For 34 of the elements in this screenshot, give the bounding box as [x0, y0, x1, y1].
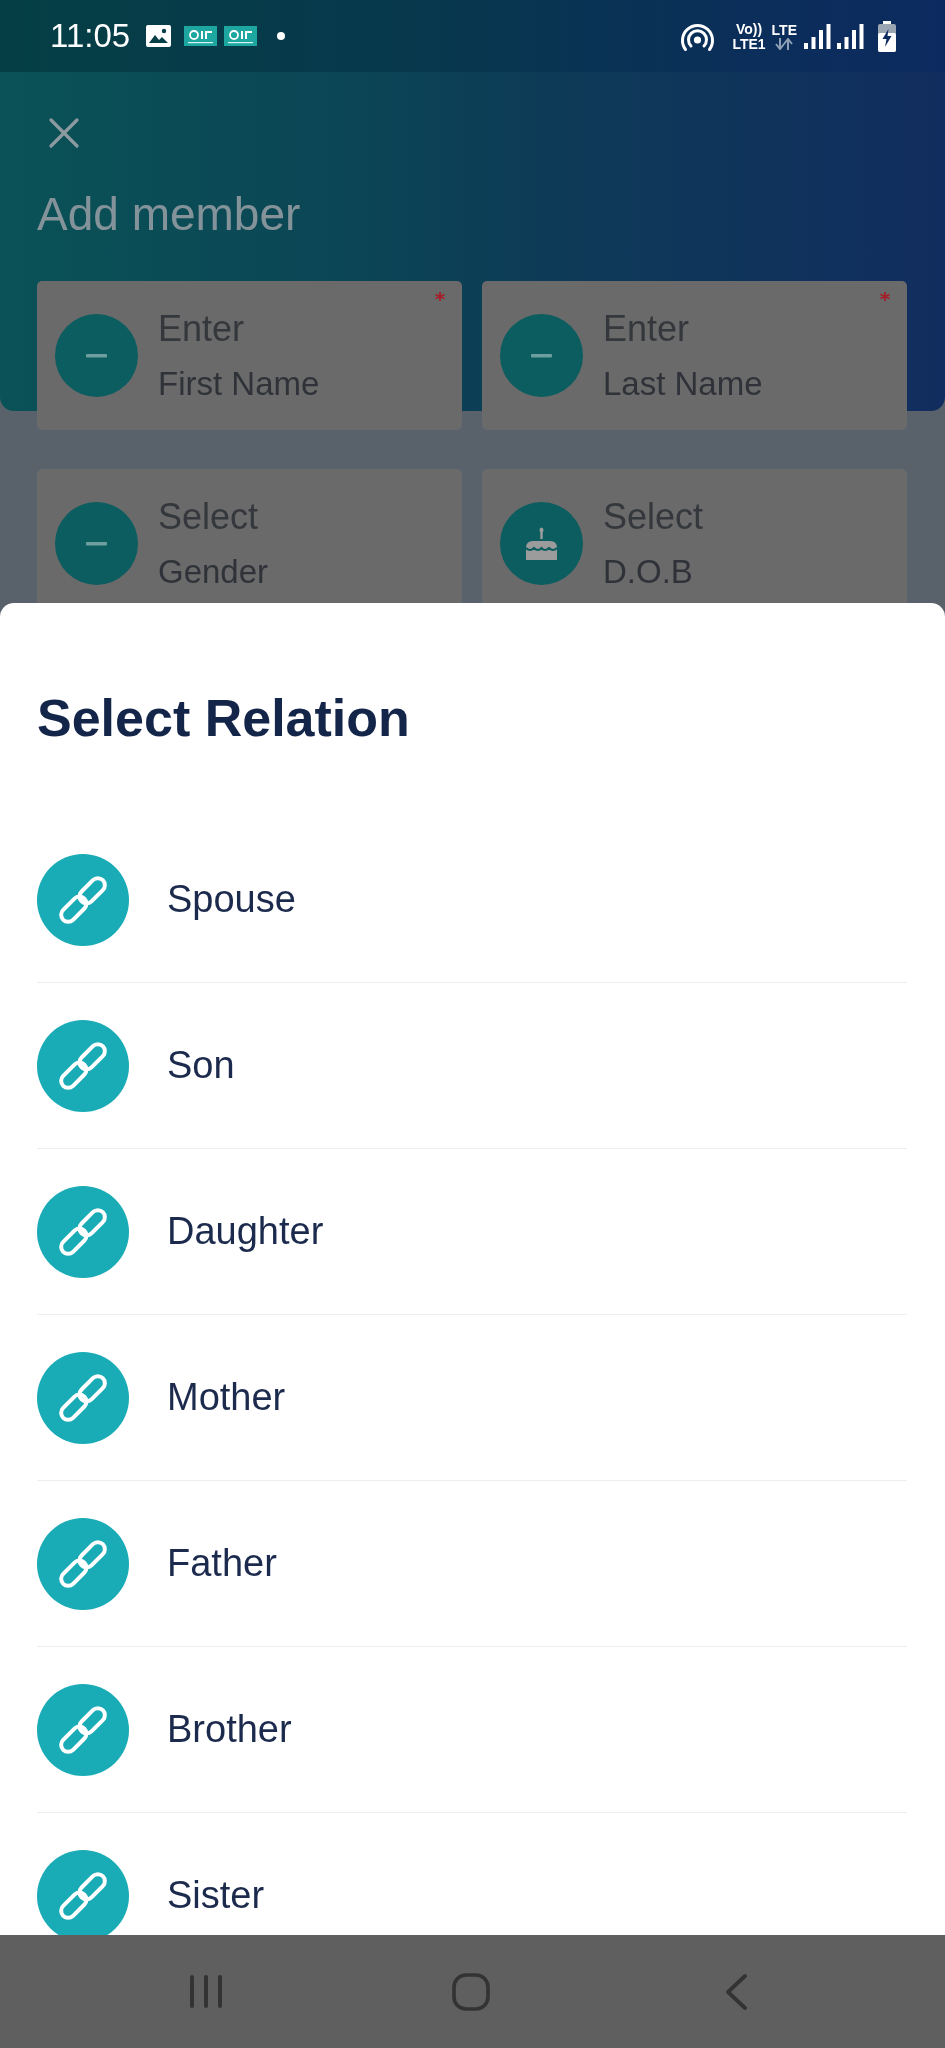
cake-icon — [500, 502, 583, 585]
page-title: Add member — [37, 187, 301, 241]
chain-icon — [37, 1019, 129, 1112]
minus-icon — [55, 502, 138, 585]
back-icon[interactable] — [723, 1973, 748, 2010]
volte-text: Vo)) — [735, 21, 763, 36]
network-type-text: LTE — [771, 22, 797, 37]
app-notification-icon — [224, 26, 258, 46]
minus-icon — [500, 314, 583, 397]
app-notification-icon — [184, 26, 218, 46]
signal-icon — [804, 23, 831, 49]
minus-icon — [55, 314, 138, 397]
image-icon — [146, 25, 172, 47]
network-band-text: LTE1 — [732, 36, 766, 51]
notification-dot-icon — [277, 32, 286, 40]
clock-time: 11:05 — [50, 16, 131, 56]
data-arrows-icon — [774, 37, 795, 50]
signal-icon — [837, 23, 864, 49]
recent-apps-icon[interactable] — [188, 1974, 223, 2009]
chain-icon — [37, 1351, 129, 1444]
chain-icon — [37, 1517, 129, 1610]
relation-option[interactable]: Spouse — [37, 817, 907, 983]
sheet-title: Select Relation — [37, 688, 411, 749]
chain-icon — [37, 853, 129, 946]
chain-icon — [37, 1683, 129, 1776]
relation-option[interactable]: Son — [37, 983, 907, 1149]
battery-charging-icon — [877, 20, 897, 52]
close-icon[interactable] — [48, 117, 80, 149]
relation-option[interactable]: Mother — [37, 1315, 907, 1481]
home-icon[interactable] — [451, 1972, 490, 2011]
relation-option[interactable]: Daughter — [37, 1149, 907, 1315]
relation-option[interactable]: Brother — [37, 1647, 907, 1813]
chain-icon — [37, 1185, 129, 1278]
relation-option[interactable]: Father — [37, 1481, 907, 1647]
